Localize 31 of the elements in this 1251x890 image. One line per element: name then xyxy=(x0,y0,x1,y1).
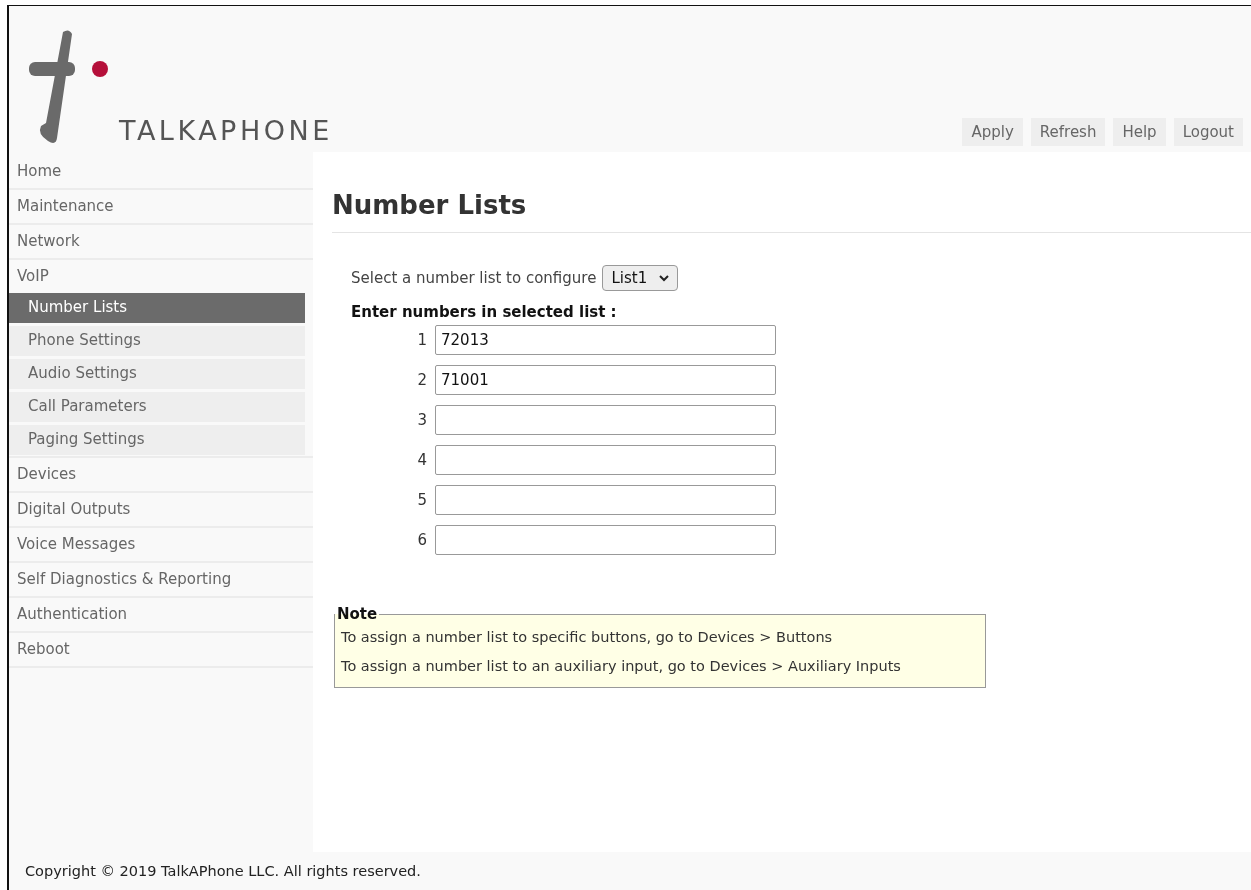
numbers-heading: Enter numbers in selected list : xyxy=(351,303,618,321)
row-number: 2 xyxy=(416,371,427,389)
number-input[interactable] xyxy=(435,485,776,515)
header-button[interactable]: Refresh xyxy=(1030,118,1106,146)
row-number: 4 xyxy=(416,451,427,469)
header-button[interactable]: Logout xyxy=(1173,118,1243,146)
sidebar-subitem[interactable]: Paging Settings xyxy=(9,425,305,455)
header-button[interactable]: Help xyxy=(1113,118,1166,146)
row-number: 3 xyxy=(416,411,427,429)
number-input[interactable]: 71001 xyxy=(435,365,776,395)
number-input[interactable] xyxy=(435,525,776,555)
list-dropdown[interactable]: List1 xyxy=(602,265,679,291)
sidebar-subitem[interactable]: Call Parameters xyxy=(9,392,305,422)
number-input[interactable] xyxy=(435,405,776,435)
row-number: 1 xyxy=(416,331,427,349)
header-button[interactable]: Apply xyxy=(962,118,1023,146)
copyright-text: Copyright © 2019 TalkAPhone LLC. All rights reserved. xyxy=(25,863,421,879)
note-title: Note xyxy=(336,605,379,623)
row-number: 6 xyxy=(416,531,427,549)
note-text: To assign a number list to specific buttons, go to Devices > Buttons xyxy=(341,628,834,647)
chevron-icon xyxy=(659,274,670,282)
select-label: Select a number list to configure xyxy=(351,269,597,287)
number-input[interactable]: 72013 xyxy=(435,325,776,355)
row-number: 5 xyxy=(416,491,427,509)
sidebar-subitem[interactable]: Phone Settings xyxy=(9,326,305,356)
page-title: Number Lists xyxy=(332,190,1251,233)
note-text: To assign a number list to an auxiliary input, go to Devices > Auxiliary Inputs xyxy=(341,657,902,676)
sidebar-subitem[interactable]: Number Lists xyxy=(9,293,305,323)
sidebar-subitem[interactable]: Audio Settings xyxy=(9,359,305,389)
logo-wordmark: TALKAPHONE xyxy=(119,117,333,144)
number-input[interactable] xyxy=(435,445,776,475)
